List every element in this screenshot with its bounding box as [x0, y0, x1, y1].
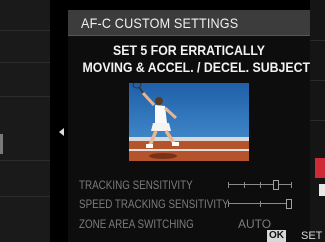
red-tab-marker — [315, 158, 325, 178]
slider-knob[interactable] — [273, 180, 279, 190]
ok-key-icon[interactable]: OK — [267, 230, 286, 242]
af-c-custom-settings-dialog: AF-C CUSTOM SETTINGS SET 5 FOR ERRATICAL… — [68, 10, 322, 242]
panel-edge — [50, 0, 68, 242]
background-menu-right — [310, 0, 325, 242]
slider-knob[interactable] — [286, 199, 292, 209]
description-line-1: SET 5 FOR ERRATICALLY — [113, 42, 265, 58]
arrow-left-icon[interactable] — [59, 128, 64, 136]
zone-area-switching-label: ZONE AREA SWITCHING — [79, 217, 194, 231]
background-menu-left — [0, 0, 50, 242]
set-action-label: SET — [301, 230, 323, 242]
background-selection-marker — [0, 134, 3, 154]
tennis-player-photo — [129, 83, 249, 161]
speed-tracking-sensitivity-label: SPEED TRACKING SENSITIVITY — [79, 197, 229, 211]
zone-area-switching-value: AUTO — [238, 217, 272, 231]
speed-tracking-sensitivity-setting[interactable]: SPEED TRACKING SENSITIVITY — [68, 196, 310, 212]
tracking-sensitivity-setting[interactable]: TRACKING SENSITIVITY — [68, 177, 310, 193]
dialog-title: AF-C CUSTOM SETTINGS — [81, 15, 239, 31]
tracking-sensitivity-slider[interactable] — [228, 180, 292, 190]
description-line-2: MOVING & ACCEL. / DECEL. SUBJECT — [82, 59, 311, 75]
speed-tracking-sensitivity-slider[interactable] — [228, 199, 292, 209]
tracking-sensitivity-label: TRACKING SENSITIVITY — [79, 178, 193, 192]
title-bar: AF-C CUSTOM SETTINGS — [68, 10, 310, 36]
white-tab-marker — [319, 184, 325, 196]
dialog-body: SET 5 FOR ERRATICALLY MOVING & ACCEL. / … — [68, 37, 310, 242]
footer-hints: OK SET — [68, 230, 322, 242]
